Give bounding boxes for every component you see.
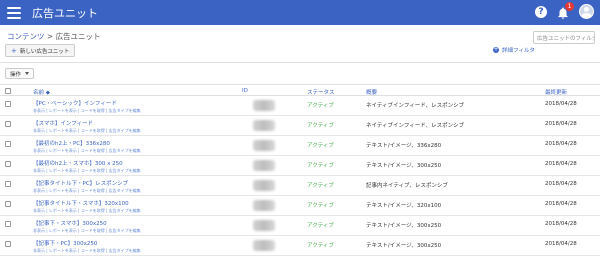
row-action-links[interactable]: 非表示 | レポートを表示 | コードを取得 | 広告タイプを編集 [33,168,141,174]
row-checkbox[interactable] [5,161,11,167]
ad-unit-name-link[interactable]: 【最初のh2上・スマホ】300 x 250 [33,159,123,167]
ad-unit-summary: ネイティブインフィード、レスポンシブ [366,123,465,129]
status-badge: アクティブ [307,143,334,149]
actions-label: 操作 [10,71,22,78]
status-badge: アクティブ [307,223,334,229]
last-updated: 2018/04/28 [545,241,577,247]
advanced-filter-link[interactable]: + 詳細フィルタ [493,46,535,54]
column-header-id[interactable]: ID [242,88,248,94]
hamburger-menu-icon[interactable] [7,6,21,19]
column-header-updated[interactable]: 最終更新 [545,88,567,96]
notification-badge: 1 [565,1,574,11]
row-action-links[interactable]: 非表示 | レポートを表示 | コードを取得 | 広告タイプを編集 [33,188,141,194]
new-ad-unit-label: 新しい広告ユニット [19,48,70,55]
chevron-down-icon [25,72,30,75]
ad-unit-name-link[interactable]: 【記事下・スマホ】300x250 [33,219,107,227]
select-all-checkbox[interactable] [5,88,11,94]
ad-unit-summary: テキスト/イメージ、320x100 [366,203,442,209]
last-updated: 2018/04/28 [545,141,577,147]
plus-icon: + [11,46,17,55]
ad-unit-name-link[interactable]: 【スマホ】インフィード [33,119,93,127]
status-badge: アクティブ [307,163,334,169]
row-checkbox[interactable] [5,201,11,207]
breadcrumb-separator: > [44,32,56,41]
row-action-links[interactable]: 非表示 | レポートを表示 | コードを取得 | 広告タイプを編集 [33,248,141,254]
new-ad-unit-button[interactable]: + 新しい広告ユニット [5,44,76,57]
ad-unit-id-redacted [253,100,275,111]
row-action-links[interactable]: 非表示 | レポートを表示 | コードを取得 | 広告タイプを編集 [33,148,141,154]
status-badge: アクティブ [307,183,334,189]
ad-unit-id-redacted [253,160,275,171]
table-row: 【最初のh2上・PC】336x280 非表示 | レポートを表示 | コードを取得… [0,136,600,156]
ad-unit-summary: ネイティブインフィード、レスポンシブ [366,103,465,109]
ad-unit-id-redacted [253,120,275,131]
status-badge: アクティブ [307,103,334,109]
ad-unit-name-link[interactable]: 【記事下・PC】300x250 [33,239,97,247]
ad-unit-name-link[interactable]: 【最初のh2上・PC】336x280 [33,139,110,147]
row-checkbox[interactable] [5,141,11,147]
advanced-filter-label: 詳細フィルタ [502,48,535,54]
ad-unit-id-redacted [253,240,275,251]
last-updated: 2018/04/28 [545,101,577,107]
ad-unit-id-redacted [253,200,275,211]
row-action-links[interactable]: 非表示 | レポートを表示 | コードを取得 | 広告タイプを編集 [33,108,141,114]
row-action-links[interactable]: 非表示 | レポートを表示 | コードを取得 | 広告タイプを編集 [33,128,141,134]
column-header-summary[interactable]: 概要 [366,88,377,96]
ad-unit-id-redacted [253,220,275,231]
row-checkbox[interactable] [5,241,11,247]
last-updated: 2018/04/28 [545,121,577,127]
ad-unit-name-link[interactable]: 【PC・ベーシック】インフィード [33,99,117,107]
ad-unit-summary: テキスト/イメージ、300x250 [366,223,442,229]
table-body: 【PC・ベーシック】インフィード 非表示 | レポートを表示 | コードを取得 |… [0,96,600,256]
last-updated: 2018/04/28 [545,181,577,187]
column-header-name[interactable]: 名前 ◆ [33,88,50,96]
ad-unit-name-link[interactable]: 【記事タイトル下・スマホ】320x100 [33,199,129,207]
breadcrumb: コンテンツ > 広告ユニット [7,31,101,42]
row-checkbox[interactable] [5,221,11,227]
actions-dropdown[interactable]: 操作 [5,68,35,79]
divider [0,62,600,63]
table-row: 【PC・ベーシック】インフィード 非表示 | レポートを表示 | コードを取得 |… [0,96,600,116]
top-app-bar: 広告ユニット ? 1 [0,0,600,25]
row-checkbox[interactable] [5,181,11,187]
ad-unit-summary: テキスト/イメージ、336x280 [366,143,442,149]
table-row: 【記事タイトル下・スマホ】320x100 非表示 | レポートを表示 | コードを… [0,196,600,216]
top-right-actions: ? 1 [535,1,594,19]
ad-units-table: 名前 ◆ ID ステータス 概要 最終更新 【PC・ベーシック】インフィード 非表… [0,84,600,256]
last-updated: 2018/04/28 [545,201,577,207]
ad-unit-summary: テキスト/イメージ、300x250 [366,243,442,249]
last-updated: 2018/04/28 [545,161,577,167]
table-row: 【最初のh2上・スマホ】300 x 250 非表示 | レポートを表示 | コード… [0,156,600,176]
notifications-button[interactable]: 1 [556,1,574,19]
row-checkbox[interactable] [5,101,11,107]
ad-unit-id-redacted [253,180,275,191]
ad-unit-name-link[interactable]: 【記事タイトル下・PC】レスポンシブ [33,179,128,187]
row-checkbox[interactable] [5,121,11,127]
plus-circle-icon: + [493,46,499,53]
ad-unit-filter-input[interactable]: 広告ユニットのフィルタ [533,31,595,44]
last-updated: 2018/04/28 [545,221,577,227]
status-badge: アクティブ [307,123,334,129]
status-badge: アクティブ [307,203,334,209]
status-badge: アクティブ [307,243,334,249]
avatar[interactable] [579,4,594,19]
table-row: 【記事下・PC】300x250 非表示 | レポートを表示 | コードを取得 | … [0,236,600,256]
ad-unit-summary: 記事内ネイティブ、レスポンシブ [366,183,448,189]
breadcrumb-current: 広告ユニット [55,32,101,41]
table-header: 名前 ◆ ID ステータス 概要 最終更新 [0,84,600,96]
row-action-links[interactable]: 非表示 | レポートを表示 | コードを取得 | 広告タイプを編集 [33,208,141,214]
breadcrumb-parent-link[interactable]: コンテンツ [7,32,45,41]
app-title: 広告ユニット [32,6,98,20]
table-row: 【記事下・スマホ】300x250 非表示 | レポートを表示 | コードを取得 |… [0,216,600,236]
table-row: 【スマホ】インフィード 非表示 | レポートを表示 | コードを取得 | 広告タイ… [0,116,600,136]
ad-unit-id-redacted [253,140,275,151]
table-row: 【記事タイトル下・PC】レスポンシブ 非表示 | レポートを表示 | コードを取得… [0,176,600,196]
ad-unit-summary: テキスト/イメージ、300x250 [366,163,442,169]
help-icon[interactable]: ? [535,5,547,18]
row-action-links[interactable]: 非表示 | レポートを表示 | コードを取得 | 広告タイプを編集 [33,228,141,234]
column-header-status[interactable]: ステータス [307,88,335,96]
